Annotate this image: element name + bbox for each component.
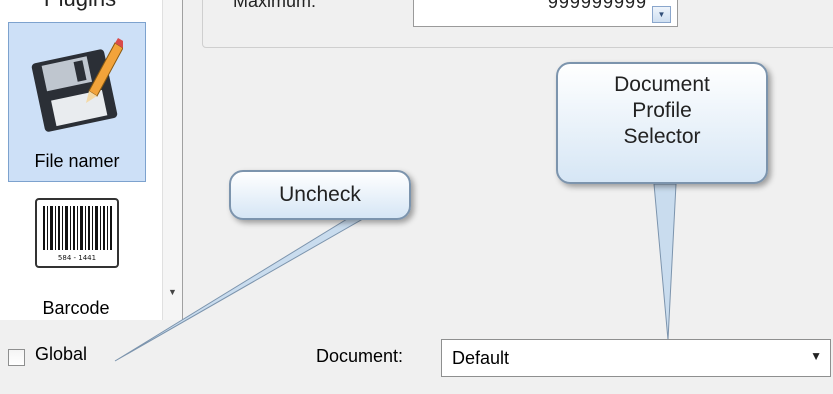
chevron-down-icon[interactable]: ▼ (810, 349, 822, 363)
document-label: Document: (316, 346, 404, 366)
document-profile-selector-callout: Document Profile Selector (556, 62, 768, 184)
callout-line: Selector (623, 125, 701, 148)
plugin-item-label: Barcode (42, 298, 110, 318)
document-profile-select[interactable]: Default ▼ (441, 339, 831, 377)
callout-line: Profile (632, 99, 692, 122)
maximum-label: Maximum: (233, 0, 317, 11)
global-label[interactable]: Global (35, 344, 87, 365)
callout-line: Document (614, 73, 710, 96)
document-select-value: Default (452, 348, 510, 368)
barcode-icon: 584 - 1441 (35, 198, 119, 273)
sidebar-scrollbar[interactable]: ▼ (162, 0, 182, 320)
scroll-down-arrow-icon[interactable]: ▼ (163, 284, 182, 301)
uncheck-callout: Uncheck (229, 170, 411, 220)
spinner-down-icon[interactable]: ▼ (652, 6, 671, 23)
maximum-field[interactable]: 999999999 ▼ (413, 0, 678, 27)
maximum-value: 999999999 (547, 0, 647, 12)
settings-group: Maximum: 999999999 ▼ (202, 0, 833, 48)
barcode-icon-text: 584 - 1441 (58, 254, 96, 262)
plugin-list: Plugins File namer (0, 0, 183, 320)
plugin-item-label: File namer (34, 151, 120, 171)
floppy-pencil-icon (31, 33, 125, 138)
plugins-heading: Plugins (0, 0, 160, 12)
plugin-item-barcode[interactable]: 584 - 1441 Barcode (8, 190, 146, 320)
global-checkbox[interactable] (8, 349, 25, 366)
plugin-item-file-namer[interactable]: File namer (8, 22, 146, 182)
